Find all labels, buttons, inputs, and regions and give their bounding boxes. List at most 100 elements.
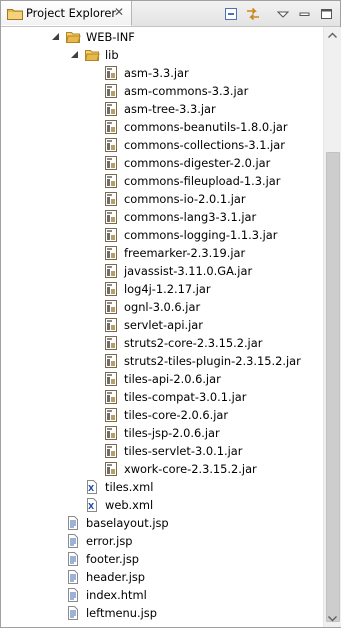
jar-file-icon bbox=[105, 426, 117, 440]
tree-item-jar[interactable]: commons-fileupload-1.3.jar bbox=[1, 172, 321, 190]
tree-item-label: tiles.xml bbox=[105, 480, 154, 494]
tree-item-label: freemarker-2.3.19.jar bbox=[124, 246, 246, 260]
scroll-up-arrow-icon[interactable] bbox=[328, 31, 337, 40]
tree-item-label: struts2-tiles-plugin-2.3.15.2.jar bbox=[124, 354, 301, 368]
tree-item-jar[interactable]: commons-collections-3.1.jar bbox=[1, 136, 321, 154]
tree-item-jar[interactable]: commons-lang3-3.1.jar bbox=[1, 208, 321, 226]
jar-file-icon bbox=[105, 174, 117, 188]
tree-item-page[interactable]: baselayout.jsp bbox=[1, 514, 321, 532]
link-with-editor-icon[interactable] bbox=[245, 6, 261, 22]
tree-item-jar[interactable]: log4j-1.2.17.jar bbox=[1, 280, 321, 298]
tree-item-xml[interactable]: Xtiles.xml bbox=[1, 478, 321, 496]
tree-item-label: commons-beanutils-1.8.0.jar bbox=[124, 120, 288, 134]
tree-item-label: tiles-servlet-3.0.1.jar bbox=[124, 444, 243, 458]
jar-file-icon bbox=[105, 282, 117, 296]
jar-file-icon bbox=[105, 336, 117, 350]
tree-item-jar[interactable]: asm-tree-3.3.jar bbox=[1, 100, 321, 118]
jar-file-icon bbox=[105, 462, 117, 476]
tree-item-jar[interactable]: tiles-servlet-3.0.1.jar bbox=[1, 442, 321, 460]
tree-item-jar[interactable]: tiles-jsp-2.0.6.jar bbox=[1, 424, 321, 442]
tree-item-jar[interactable]: freemarker-2.3.19.jar bbox=[1, 244, 321, 262]
tree-item-label: tiles-core-2.0.6.jar bbox=[124, 408, 229, 422]
tree-item-page[interactable]: error.jsp bbox=[1, 532, 321, 550]
svg-text:X: X bbox=[88, 502, 95, 511]
view-header: Project Explorer ✕ bbox=[1, 1, 340, 27]
tree-item-jar[interactable]: javassist-3.11.0.GA.jar bbox=[1, 262, 321, 280]
vertical-scrollbar[interactable] bbox=[323, 27, 341, 627]
expanded-arrow-icon[interactable] bbox=[51, 32, 60, 41]
project-explorer-view: Project Explorer ✕ WEB-INF lib asm-3.3.j… bbox=[0, 0, 341, 628]
tree-item-label: commons-collections-3.1.jar bbox=[124, 138, 285, 152]
tree-item-xml[interactable]: Xweb.xml bbox=[1, 496, 321, 514]
maximize-icon[interactable] bbox=[320, 6, 333, 22]
tree-item-label: header.jsp bbox=[86, 570, 146, 584]
jar-file-icon bbox=[105, 354, 117, 368]
jar-file-icon bbox=[105, 318, 117, 332]
tree-item-jar[interactable]: tiles-core-2.0.6.jar bbox=[1, 406, 321, 424]
jar-file-icon bbox=[105, 66, 117, 80]
tree-item-label: footer.jsp bbox=[86, 552, 140, 566]
tree-item-label: struts2-core-2.3.15.2.jar bbox=[124, 336, 263, 350]
tree-item-page[interactable]: footer.jsp bbox=[1, 550, 321, 568]
jsp-file-icon bbox=[68, 534, 78, 548]
tree-item-page[interactable]: header.jsp bbox=[1, 568, 321, 586]
view-menu-icon[interactable] bbox=[277, 6, 289, 22]
tree-item-jar[interactable]: ognl-3.0.6.jar bbox=[1, 298, 321, 316]
folder-open-icon bbox=[65, 32, 81, 43]
jar-file-icon bbox=[105, 264, 117, 278]
tree-item-label: tiles-api-2.0.6.jar bbox=[124, 372, 221, 386]
jsp-file-icon bbox=[68, 516, 78, 530]
jsp-file-icon bbox=[68, 570, 78, 584]
scrollbar-thumb[interactable] bbox=[326, 152, 340, 622]
tree-item-label: asm-commons-3.3.jar bbox=[124, 84, 249, 98]
tree-item-jar[interactable]: commons-io-2.0.1.jar bbox=[1, 190, 321, 208]
tree-item-jar[interactable]: tiles-compat-3.0.1.jar bbox=[1, 388, 321, 406]
tree-item-label: commons-io-2.0.1.jar bbox=[124, 192, 246, 206]
tree-item-jar[interactable]: commons-digester-2.0.jar bbox=[1, 154, 321, 172]
tab-project-explorer[interactable]: Project Explorer ✕ bbox=[1, 1, 132, 26]
jsp-file-icon bbox=[68, 588, 78, 602]
jar-file-icon bbox=[105, 192, 117, 206]
tree-item-label: lib bbox=[105, 48, 119, 62]
tree-item-jar[interactable]: xwork-core-2.3.15.2.jar bbox=[1, 460, 321, 478]
tree-item-jar[interactable]: tiles-api-2.0.6.jar bbox=[1, 370, 321, 388]
tree-item-web-inf[interactable]: WEB-INF bbox=[1, 28, 321, 46]
minimize-icon[interactable] bbox=[299, 6, 311, 22]
jar-file-icon bbox=[105, 210, 117, 224]
tree-item-page[interactable]: leftmenu.jsp bbox=[1, 604, 321, 622]
tree-item-jar[interactable]: servlet-api.jar bbox=[1, 316, 321, 334]
tree-item-label: commons-fileupload-1.3.jar bbox=[124, 174, 281, 188]
tree-item-jar[interactable]: struts2-core-2.3.15.2.jar bbox=[1, 334, 321, 352]
jar-file-icon bbox=[105, 156, 117, 170]
close-icon[interactable]: ✕ bbox=[114, 5, 124, 19]
tree-item-label: web.xml bbox=[105, 498, 154, 512]
jar-file-icon bbox=[105, 372, 117, 386]
tree-item-jar[interactable]: commons-logging-1.1.3.jar bbox=[1, 226, 321, 244]
project-tree[interactable]: WEB-INF lib asm-3.3.jar asm-commons-3.3.… bbox=[1, 27, 323, 627]
jar-file-icon bbox=[105, 138, 117, 152]
svg-text:X: X bbox=[88, 484, 95, 493]
tree-item-label: tiles-jsp-2.0.6.jar bbox=[124, 426, 220, 440]
tree-item-lib[interactable]: lib bbox=[1, 46, 321, 64]
jsp-file-icon bbox=[68, 552, 78, 566]
tree-item-jar[interactable]: struts2-tiles-plugin-2.3.15.2.jar bbox=[1, 352, 321, 370]
tree-item-label: servlet-api.jar bbox=[124, 318, 203, 332]
tree-item-jar[interactable]: asm-commons-3.3.jar bbox=[1, 82, 321, 100]
view-title: Project Explorer bbox=[26, 6, 117, 20]
tree-item-label: leftmenu.jsp bbox=[86, 606, 157, 620]
tree-item-label: commons-logging-1.1.3.jar bbox=[124, 228, 278, 242]
tree-item-label: javassist-3.11.0.GA.jar bbox=[124, 264, 253, 278]
tree-item-page[interactable]: index.html bbox=[1, 586, 321, 604]
tree-item-jar[interactable]: asm-3.3.jar bbox=[1, 64, 321, 82]
collapse-all-icon[interactable] bbox=[223, 6, 239, 22]
tree-item-label: error.jsp bbox=[86, 534, 133, 548]
tree-item-label: asm-3.3.jar bbox=[124, 66, 189, 80]
tree-item-label: commons-lang3-3.1.jar bbox=[124, 210, 257, 224]
expanded-arrow-icon[interactable] bbox=[70, 50, 79, 59]
tree-item-label: asm-tree-3.3.jar bbox=[124, 102, 216, 116]
tree-item-label: WEB-INF bbox=[86, 30, 135, 44]
jar-file-icon bbox=[105, 84, 117, 98]
scroll-down-arrow-icon[interactable] bbox=[328, 614, 337, 623]
jar-file-icon bbox=[105, 228, 117, 242]
tree-item-jar[interactable]: commons-beanutils-1.8.0.jar bbox=[1, 118, 321, 136]
